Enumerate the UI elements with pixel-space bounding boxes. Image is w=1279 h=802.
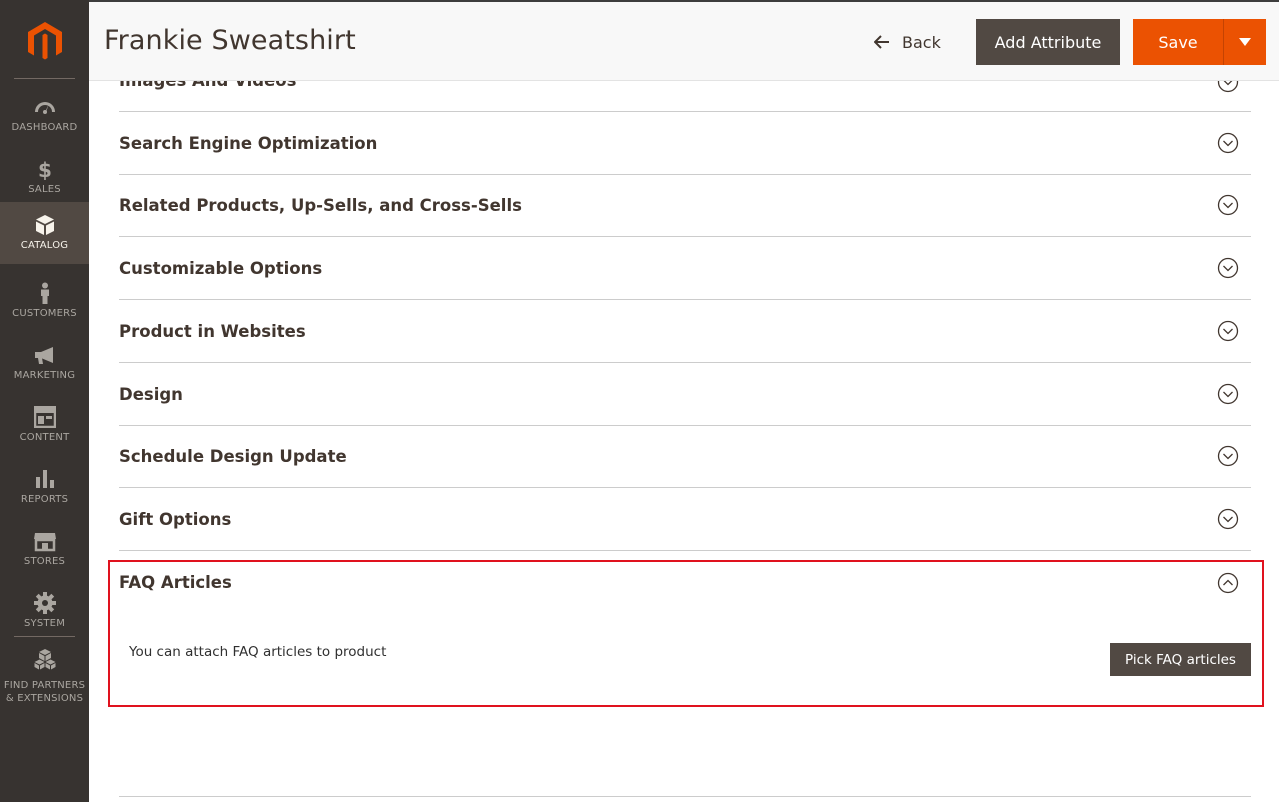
back-button-label: Back [902, 32, 941, 52]
faq-articles-highlight [108, 560, 1264, 707]
section-divider [119, 796, 1251, 797]
chevron-down-icon[interactable] [1217, 445, 1239, 467]
sidebar-item-sales[interactable]: $ SALES [0, 146, 89, 208]
arrow-left-icon [874, 35, 889, 49]
section-title: Search Engine Optimization [119, 134, 378, 153]
section-title: Gift Options [119, 510, 232, 529]
add-attribute-button[interactable]: Add Attribute [976, 19, 1120, 65]
sidebar-item-label: SALES [28, 184, 61, 195]
sidebar-item-label: MARKETING [13, 370, 76, 381]
chevron-down-icon[interactable] [1217, 132, 1239, 154]
sidebar-item-label: REPORTS [20, 494, 69, 505]
storefront-icon [34, 533, 56, 552]
section-related-products[interactable]: Related Products, Up-Sells, and Cross-Se… [119, 174, 1251, 237]
sidebar-item-reports[interactable]: REPORTS [0, 456, 89, 518]
sidebar-item-label: CONTENT [19, 432, 70, 443]
chevron-down-icon[interactable] [1217, 508, 1239, 530]
chevron-down-icon[interactable] [1217, 383, 1239, 405]
section-design[interactable]: Design [119, 363, 1251, 426]
save-options-toggle[interactable] [1224, 19, 1266, 65]
admin-sidebar: DASHBOARD $ SALES CATALOG CUSTOMERS MARK… [0, 0, 89, 802]
sidebar-item-find-partners[interactable]: FIND PARTNERS & EXTENSIONS [0, 642, 89, 705]
sidebar-item-label: FIND PARTNERS & EXTENSIONS [0, 679, 89, 705]
sidebar-item-content[interactable]: CONTENT [0, 394, 89, 456]
cubes-icon [34, 649, 56, 670]
sidebar-item-label: SYSTEM [23, 618, 66, 629]
megaphone-icon [35, 347, 53, 364]
sidebar-item-catalog[interactable]: CATALOG [0, 202, 89, 264]
section-images-and-videos-title[interactable]: Images And Videos [119, 81, 296, 90]
section-title: Related Products, Up-Sells, and Cross-Se… [119, 196, 522, 215]
sidebar-item-customers[interactable]: CUSTOMERS [0, 270, 89, 332]
section-title: Customizable Options [119, 259, 323, 278]
gear-icon [34, 592, 56, 614]
sidebar-item-label: CUSTOMERS [12, 308, 77, 319]
pick-faq-articles-button[interactable]: Pick FAQ articles [1110, 643, 1251, 676]
sidebar-divider [14, 636, 75, 637]
dollar-icon: $ [38, 158, 52, 180]
section-gift-options[interactable]: Gift Options [119, 488, 1251, 551]
caret-down-icon [1239, 38, 1251, 46]
partners-line-1: FIND PARTNERS [3, 680, 86, 691]
chevron-down-icon[interactable] [1217, 194, 1239, 216]
sidebar-item-marketing[interactable]: MARKETING [0, 332, 89, 394]
section-title: Design [119, 385, 183, 404]
bar-chart-icon [36, 470, 54, 488]
sidebar-divider [14, 78, 75, 79]
layout-icon [34, 406, 56, 428]
sidebar-item-stores[interactable]: STORES [0, 518, 89, 580]
sidebar-item-label: DASHBOARD [11, 122, 78, 133]
magento-logo-icon[interactable] [27, 22, 63, 62]
box-icon [36, 215, 54, 235]
person-icon [41, 282, 49, 304]
section-faq-articles-title[interactable]: FAQ Articles [119, 573, 232, 592]
chevron-down-icon[interactable] [1217, 320, 1239, 342]
section-product-in-websites[interactable]: Product in Websites [119, 300, 1251, 363]
chevron-down-icon[interactable] [1217, 81, 1239, 93]
sidebar-item-system[interactable]: SYSTEM [0, 580, 89, 642]
save-button[interactable]: Save [1133, 19, 1224, 65]
page-header: Frankie Sweatshirt Back Add Attribute Sa… [89, 0, 1279, 81]
sidebar-item-label: CATALOG [20, 240, 69, 251]
page-title: Frankie Sweatshirt [104, 25, 356, 56]
section-title: Product in Websites [119, 322, 306, 341]
back-button[interactable]: Back [874, 28, 941, 56]
sidebar-item-dashboard[interactable]: DASHBOARD [0, 84, 89, 146]
section-customizable-options[interactable]: Customizable Options [119, 237, 1251, 300]
section-schedule-design-update[interactable]: Schedule Design Update [119, 425, 1251, 488]
svg-text:$: $ [38, 158, 52, 180]
sidebar-item-label: STORES [23, 556, 66, 567]
chevron-up-icon[interactable] [1217, 572, 1239, 594]
dashboard-icon [35, 102, 55, 114]
product-edit-content: Images And Videos Search Engine Optimiza… [89, 81, 1279, 802]
section-title: Schedule Design Update [119, 447, 347, 466]
faq-description: You can attach FAQ articles to product [129, 644, 387, 660]
partners-line-2: & EXTENSIONS [5, 693, 84, 704]
section-search-engine-optimization[interactable]: Search Engine Optimization [119, 112, 1251, 175]
chevron-down-icon[interactable] [1217, 257, 1239, 279]
